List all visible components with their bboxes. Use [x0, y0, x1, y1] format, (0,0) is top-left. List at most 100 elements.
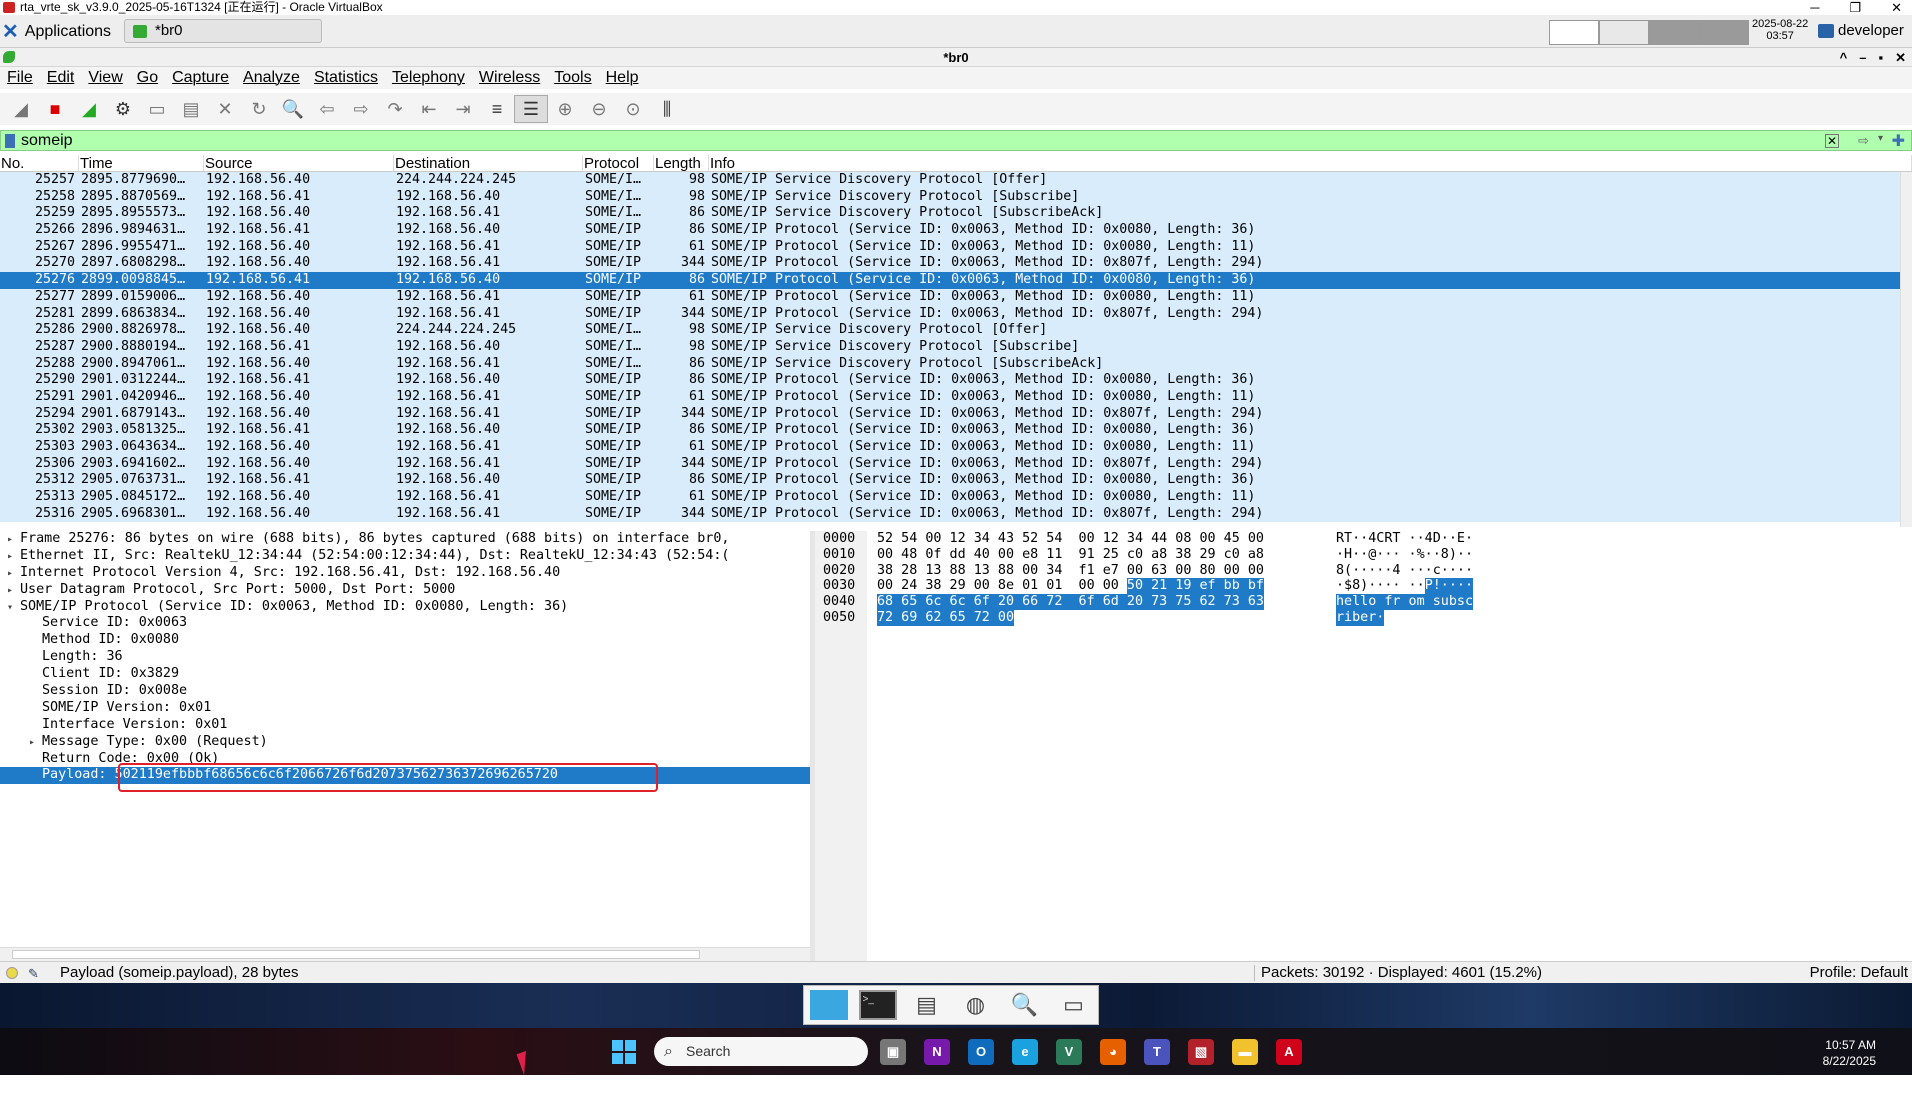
go-forward-icon[interactable]: ⇨ [344, 95, 378, 123]
packet-row[interactable]: 25267 2896.9955471… 192.168.56.40 192.168.5… [0, 238, 1912, 256]
go-to-packet-icon[interactable]: ↷ [378, 95, 412, 123]
detail-tree-item[interactable]: Length: 36 [0, 649, 810, 666]
menu-go[interactable]: Go [130, 67, 165, 89]
menu-telephony[interactable]: Telephony [385, 67, 472, 89]
applications-menu-button[interactable]: ✕ Applications [2, 19, 111, 44]
detail-tree-item[interactable]: Interface Version: 0x01 [0, 717, 810, 734]
detail-tree-item[interactable]: Client ID: 0x3829 [0, 666, 810, 683]
column-header-time[interactable]: Time [79, 155, 204, 172]
zoom-normal-icon[interactable]: ⊙ [616, 95, 650, 123]
detail-tree-item[interactable]: Session ID: 0x008e [0, 683, 810, 700]
scrollbar-thumb[interactable] [12, 950, 700, 959]
firefox-icon[interactable]: ◕ [1100, 1039, 1126, 1065]
packet-row[interactable]: 25266 2896.9894631… 192.168.56.41 192.168.5… [0, 222, 1912, 239]
packet-row[interactable]: 25291 2901.0420946… 192.168.56.40 192.168.5… [0, 388, 1912, 406]
clear-filter-icon[interactable]: ✕ [1825, 134, 1839, 148]
dock-folder-icon[interactable]: ▭ [1049, 986, 1098, 1024]
packet-row[interactable]: 25302 2903.0581325… 192.168.56.41 192.168.5… [0, 422, 1912, 439]
go-first-icon[interactable]: ⇤ [412, 95, 446, 123]
resize-columns-icon[interactable]: ⫼ [650, 95, 684, 123]
dock-file-manager-icon[interactable]: ▤ [902, 986, 951, 1024]
packet-row[interactable]: 25286 2900.8826978… 192.168.56.40 224.244.2… [0, 322, 1912, 339]
stop-capture-icon[interactable]: ■ [38, 95, 72, 123]
dock-web-browser-icon[interactable]: ◍ [951, 986, 1000, 1024]
minimize-icon[interactable]: ─ [1810, 0, 1819, 15]
go-back-icon[interactable]: ⇦ [310, 95, 344, 123]
taskbar-search-box[interactable]: ⌕ Search [654, 1037, 868, 1066]
menu-capture[interactable]: Capture [165, 67, 236, 89]
bookmark-icon[interactable] [5, 134, 15, 148]
detail-tree-item[interactable]: ▾ SOME/IP Protocol (Service ID: 0x0063, M… [0, 599, 810, 616]
expert-info-indicator-icon[interactable] [6, 967, 18, 979]
onenote-icon[interactable]: N [924, 1039, 950, 1065]
collapse-arrow-icon[interactable]: ▾ [0, 600, 20, 617]
save-file-icon[interactable]: ▤ [174, 95, 208, 123]
packet-row[interactable]: 25277 2899.0159006… 192.168.56.40 192.168.5… [0, 288, 1912, 306]
menu-view[interactable]: View [81, 67, 129, 89]
detail-tree-item[interactable]: ▸ Ethernet II, Src: RealtekU_12:34:44 (52… [0, 548, 810, 565]
maximize-icon[interactable]: ▪ [1878, 48, 1883, 67]
packet-row[interactable]: 25290 2901.0312244… 192.168.56.41 192.168.5… [0, 372, 1912, 389]
virtualbox-app-icon[interactable]: ▧ [1188, 1039, 1214, 1065]
detail-tree-item[interactable]: ▸ User Datagram Protocol, Src Port: 5000,… [0, 582, 810, 599]
restart-capture-icon[interactable]: ◢ [72, 95, 106, 123]
menu-tools[interactable]: Tools [547, 67, 598, 89]
outlook-icon[interactable]: O [968, 1039, 994, 1065]
reload-file-icon[interactable]: ↻ [242, 95, 276, 123]
find-packet-icon[interactable]: 🔍 [276, 95, 310, 123]
dock-terminal-icon[interactable]: >_ [853, 986, 902, 1024]
colorize-icon[interactable]: ☰ [514, 95, 548, 123]
workspace-3[interactable] [1649, 20, 1699, 45]
display-filter-input[interactable] [21, 132, 1801, 150]
column-header-length[interactable]: Length [654, 155, 709, 172]
close-icon[interactable]: ✕ [1891, 0, 1902, 15]
details-horizontal-scrollbar[interactable] [0, 947, 810, 961]
packet-row[interactable]: 25316 2905.6968301… 192.168.56.40 192.168.5… [0, 505, 1912, 523]
dock-search-icon[interactable]: 🔍 [1000, 986, 1049, 1024]
detail-tree-item[interactable]: Service ID: 0x0063 [0, 615, 810, 632]
menu-edit[interactable]: Edit [40, 67, 82, 89]
packet-row[interactable]: 25281 2899.6863834… 192.168.56.40 192.168.5… [0, 305, 1912, 323]
edit-comment-icon[interactable]: ✎ [28, 963, 39, 985]
file-explorer-icon[interactable]: ▬ [1232, 1039, 1258, 1065]
bytes-row[interactable]: 0050 72 69 62 65 72 00 riber· [815, 609, 1912, 626]
expand-arrow-icon[interactable]: ▸ [0, 583, 20, 600]
packet-row[interactable]: 25287 2900.8880194… 192.168.56.41 192.168.5… [0, 338, 1912, 356]
capture-options-icon[interactable]: ⚙ [106, 95, 140, 123]
detail-tree-item[interactable]: ▸ Internet Protocol Version 4, Src: 192.1… [0, 565, 810, 582]
bytes-row[interactable]: 0010 00 48 0f dd 40 00 e8 11 91 25 c0 a8 … [815, 547, 1912, 563]
zoom-out-icon[interactable]: ⊖ [582, 95, 616, 123]
packet-row[interactable]: 25258 2895.8870569… 192.168.56.41 192.168.5… [0, 188, 1912, 206]
bytes-row[interactable]: 0030 00 24 38 29 00 8e 01 01 00 00 50 21 … [815, 578, 1912, 595]
workspace-switcher[interactable] [1549, 20, 1749, 45]
packet-row[interactable]: 25270 2897.6808298… 192.168.56.40 192.168.5… [0, 255, 1912, 273]
menu-analyze[interactable]: Analyze [236, 67, 307, 89]
minimize-icon[interactable]: – [1859, 48, 1866, 67]
apply-filter-icon[interactable]: ⇨ [1858, 133, 1869, 149]
packet-row[interactable]: 25294 2901.6879143… 192.168.56.40 192.168.5… [0, 405, 1912, 423]
profile-label[interactable]: Profile: Default [1810, 962, 1908, 984]
taskbar-window-br0[interactable]: *br0 [124, 19, 322, 43]
teams-icon[interactable]: T [1144, 1039, 1170, 1065]
vscode-icon[interactable]: V [1056, 1039, 1082, 1065]
detail-tree-item[interactable]: ▸ Message Type: 0x00 (Request) [0, 734, 810, 751]
filter-history-dropdown-icon[interactable]: ▾ [1878, 133, 1883, 144]
user-menu[interactable]: developer [1818, 22, 1904, 39]
dock-desktop-icon[interactable] [804, 986, 853, 1024]
panel-clock[interactable]: 2025-08-22 03:57 [1752, 18, 1808, 42]
expand-arrow-icon[interactable]: ▸ [0, 532, 20, 549]
windows-clock[interactable]: 10:57 AM 8/22/2025 [1823, 1037, 1876, 1069]
menu-file[interactable]: File [0, 67, 40, 89]
column-header-no[interactable]: No. [0, 155, 79, 172]
workspace-2[interactable] [1599, 20, 1649, 45]
close-icon[interactable]: ✕ [1895, 48, 1906, 67]
packet-row[interactable]: 25288 2900.8947061… 192.168.56.40 192.168.5… [0, 355, 1912, 373]
packet-row[interactable]: 25312 2905.0763731… 192.168.56.41 192.168.5… [0, 472, 1912, 490]
menu-help[interactable]: Help [599, 67, 646, 89]
open-file-icon[interactable]: ▭ [140, 95, 174, 123]
expand-arrow-icon[interactable]: ▸ [0, 549, 20, 566]
expand-arrow-icon[interactable]: ▸ [22, 735, 42, 752]
restore-icon[interactable]: ❐ [1849, 0, 1861, 15]
expand-arrow-icon[interactable]: ▸ [0, 566, 20, 583]
detail-tree-item[interactable]: ▸ Frame 25276: 86 bytes on wire (688 bits… [0, 531, 810, 548]
